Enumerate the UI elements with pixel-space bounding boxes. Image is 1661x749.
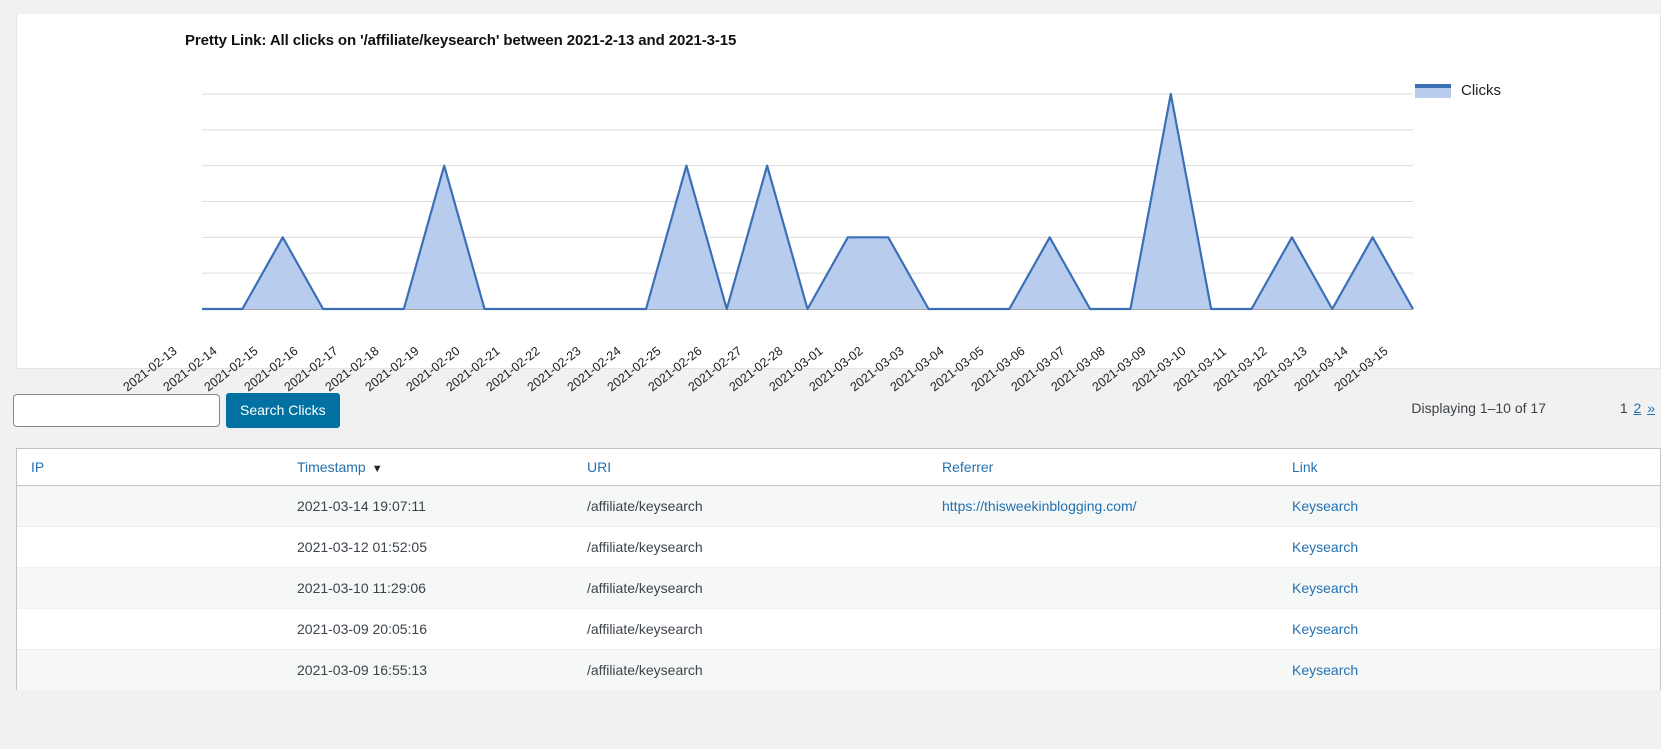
cell-ip — [17, 608, 297, 650]
chart-legend: Clicks — [1415, 82, 1501, 99]
cell-uri: /affiliate/keysearch — [587, 649, 942, 690]
cell-link: Keysearch — [1292, 485, 1660, 527]
search-input[interactable] — [13, 394, 220, 427]
search-toolbar: Search Clicks Displaying 1–10 of 17 1 2 … — [0, 380, 1661, 442]
pagination-links: 1 2 » — [1618, 400, 1655, 416]
column-header-timestamp-label: Timestamp — [297, 459, 366, 475]
cell-ip — [17, 526, 297, 568]
cell-timestamp: 2021-03-09 16:55:13 — [297, 649, 587, 690]
cell-uri: /affiliate/keysearch — [587, 485, 942, 527]
cell-ip — [17, 649, 297, 690]
cell-uri: /affiliate/keysearch — [587, 608, 942, 650]
cell-referrer — [942, 608, 1292, 650]
column-header-ip[interactable]: IP — [17, 449, 297, 486]
cell-link-link[interactable]: Keysearch — [1292, 580, 1358, 596]
column-header-timestamp[interactable]: Timestamp ▼ — [297, 449, 587, 486]
sort-descending-icon: ▼ — [371, 463, 383, 475]
cell-timestamp: 2021-03-14 19:07:11 — [297, 485, 587, 527]
cell-link-link[interactable]: Keysearch — [1292, 539, 1358, 555]
table-row: 2021-03-09 20:05:16/affiliate/keysearch K… — [17, 608, 1660, 650]
pagination-next[interactable]: » — [1647, 400, 1655, 416]
cell-link: Keysearch — [1292, 526, 1660, 568]
cell-ip — [17, 485, 297, 527]
cell-referrer: https://thisweekinblogging.com/ — [942, 485, 1292, 527]
cell-link: Keysearch — [1292, 608, 1660, 650]
cell-ip — [17, 567, 297, 609]
table-row: 2021-03-14 19:07:11/affiliate/keysearch h… — [17, 485, 1660, 527]
table-row: 2021-03-10 11:29:06/affiliate/keysearch K… — [17, 567, 1660, 609]
cell-timestamp: 2021-03-10 11:29:06 — [297, 567, 587, 609]
pagination-page-1[interactable]: 1 — [1620, 400, 1628, 416]
table-header-row: IP Timestamp ▼ URI Referrer Link — [17, 449, 1660, 486]
cell-uri: /affiliate/keysearch — [587, 567, 942, 609]
legend-label-clicks: Clicks — [1461, 82, 1501, 99]
chart-x-axis-labels: 2021-02-13 2021-02-14 2021-02-15 2021-02-16… — [17, 312, 1661, 394]
cell-timestamp: 2021-03-12 01:52:05 — [297, 526, 587, 568]
column-header-uri[interactable]: URI — [587, 449, 942, 486]
cell-referrer-link[interactable]: https://thisweekinblogging.com/ — [942, 498, 1137, 514]
table-body: 2021-03-14 19:07:11/affiliate/keysearch h… — [17, 485, 1660, 690]
column-header-link[interactable]: Link — [1292, 449, 1660, 486]
column-header-link-label: Link — [1292, 459, 1318, 475]
cell-timestamp: 2021-03-09 20:05:16 — [297, 608, 587, 650]
search-clicks-button[interactable]: Search Clicks — [226, 393, 340, 428]
table-row: 2021-03-09 16:55:13/affiliate/keysearch K… — [17, 649, 1660, 690]
cell-link: Keysearch — [1292, 649, 1660, 690]
cell-uri: /affiliate/keysearch — [587, 526, 942, 568]
column-header-ip-label: IP — [31, 459, 45, 475]
legend-swatch-clicks — [1415, 83, 1451, 98]
displaying-count: Displaying 1–10 of 17 — [1411, 400, 1546, 416]
column-header-referrer[interactable]: Referrer — [942, 449, 1292, 486]
pagination-page-2[interactable]: 2 — [1634, 400, 1642, 416]
cell-link-link[interactable]: Keysearch — [1292, 662, 1358, 678]
cell-referrer — [942, 526, 1292, 568]
cell-referrer — [942, 649, 1292, 690]
table-row: 2021-03-12 01:52:05/affiliate/keysearch K… — [17, 526, 1660, 568]
cell-link-link[interactable]: Keysearch — [1292, 498, 1358, 514]
clicks-chart-panel: Pretty Link: All clicks on '/affiliate/k… — [16, 14, 1661, 394]
column-header-referrer-label: Referrer — [942, 459, 994, 475]
cell-referrer — [942, 567, 1292, 609]
cell-link-link[interactable]: Keysearch — [1292, 621, 1358, 637]
column-header-uri-label: URI — [587, 459, 612, 475]
clicks-table: IP Timestamp ▼ URI Referrer Link 2021-03-… — [16, 448, 1661, 690]
cell-link: Keysearch — [1292, 567, 1660, 609]
